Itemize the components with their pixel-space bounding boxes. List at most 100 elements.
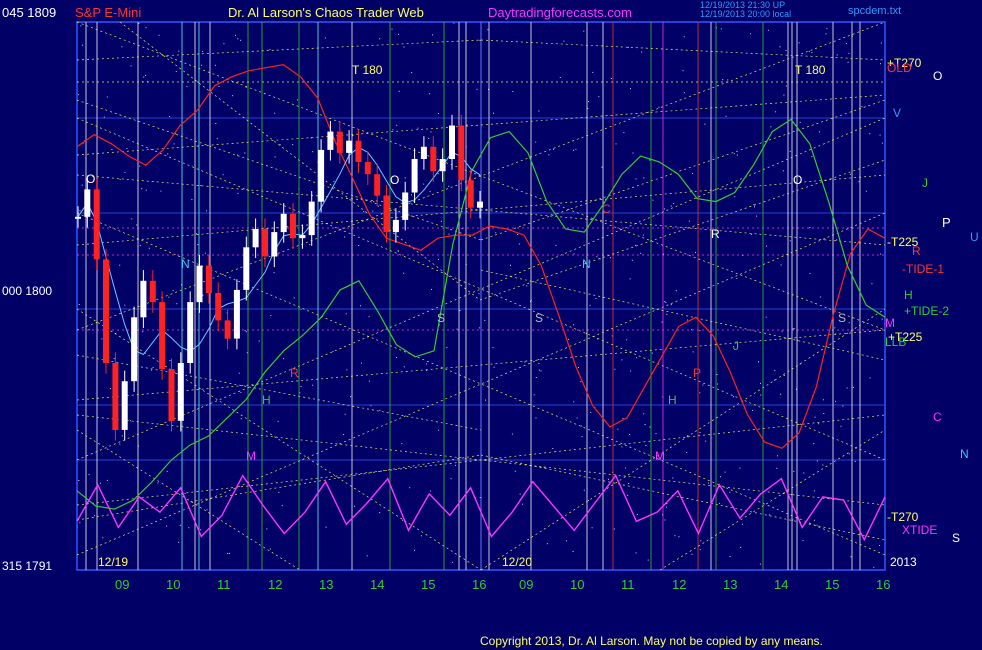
star-dot	[576, 417, 578, 419]
star-dot	[565, 540, 567, 542]
star-dot	[808, 50, 810, 52]
star-dot	[672, 477, 674, 479]
star-dot	[665, 301, 667, 303]
star-dot	[293, 297, 295, 299]
star-dot	[816, 460, 818, 462]
price-bar-body	[131, 317, 138, 382]
star-dot	[269, 548, 271, 550]
star-dot	[227, 553, 229, 554]
star-dot	[417, 127, 419, 129]
price-bar-body	[364, 162, 371, 175]
price-bar-body	[355, 140, 362, 162]
star-dot	[345, 313, 347, 315]
x-tick-label: 10	[166, 577, 180, 592]
star-dot	[836, 239, 838, 241]
x-tick-label: 15	[825, 577, 839, 592]
star-dot	[683, 36, 685, 38]
star-dot	[106, 96, 108, 98]
star-dot	[767, 29, 769, 31]
star-dot	[581, 436, 583, 438]
star-dot	[150, 369, 152, 371]
star-dot	[625, 467, 627, 469]
star-dot	[119, 264, 121, 266]
star-dot	[538, 110, 540, 112]
x-tick-label: 09	[115, 577, 129, 592]
star-dot	[636, 357, 637, 359]
y-axis-mid-label: 000 1800	[2, 284, 53, 298]
star-dot	[846, 387, 848, 389]
star-dot	[206, 509, 208, 511]
star-dot	[119, 443, 121, 445]
star-dot	[372, 210, 374, 212]
star-dot	[695, 251, 696, 253]
star-dot	[368, 316, 370, 318]
x-tick-label: 13	[723, 577, 737, 592]
star-dot	[172, 290, 174, 292]
star-dot	[881, 142, 883, 144]
star-dot	[754, 206, 755, 208]
star-dot	[588, 500, 589, 501]
star-dot	[704, 123, 706, 125]
star-dot	[626, 339, 628, 341]
star-dot	[664, 208, 665, 210]
star-dot	[647, 559, 649, 561]
star-dot	[202, 51, 204, 53]
star-dot	[459, 310, 461, 311]
star-dot	[139, 244, 141, 246]
star-dot	[614, 368, 616, 370]
star-dot	[495, 232, 497, 234]
right-label: XTIDE	[902, 523, 937, 537]
star-dot	[780, 264, 782, 266]
star-dot	[423, 183, 425, 185]
star-dot	[238, 372, 240, 374]
star-dot	[139, 165, 141, 167]
star-dot	[426, 370, 428, 371]
star-dot	[595, 298, 597, 299]
price-bar-body	[84, 189, 91, 217]
symbol-label: S&P E-Mini	[75, 5, 142, 20]
price-bar-body	[383, 195, 390, 232]
star-dot	[430, 490, 431, 492]
star-dot	[179, 524, 181, 526]
star-dot	[592, 71, 594, 73]
star-dot	[240, 39, 242, 41]
star-dot	[431, 288, 432, 290]
star-dot	[705, 440, 707, 442]
star-dot	[373, 201, 375, 203]
star-dot	[158, 34, 160, 36]
star-dot	[813, 490, 815, 492]
star-dot	[277, 420, 279, 422]
star-dot	[629, 278, 631, 280]
star-dot	[720, 28, 722, 30]
star-dot	[729, 556, 731, 557]
star-dot	[649, 159, 651, 161]
star-dot	[621, 446, 623, 448]
star-dot	[492, 347, 494, 349]
star-dot	[103, 116, 105, 118]
star-dot	[240, 418, 242, 420]
star-dot	[588, 101, 589, 103]
star-dot	[819, 296, 821, 298]
star-dot	[517, 234, 519, 235]
star-dot	[869, 377, 871, 379]
star-dot	[124, 304, 126, 306]
right-label: LLB	[885, 335, 906, 349]
timestamp-2: 12/19/2013 20:00 local	[700, 9, 792, 19]
star-dot	[548, 154, 550, 156]
price-bar-body	[149, 280, 156, 303]
star-dot	[783, 375, 785, 376]
price-bar-body	[327, 131, 334, 150]
star-dot	[733, 153, 735, 155]
star-dot	[538, 363, 540, 364]
star-dot	[403, 366, 405, 368]
star-dot	[300, 386, 302, 387]
star-dot	[493, 366, 495, 368]
copyright-notice: Copyright 2013, Dr. Al Larson. May not b…	[480, 634, 823, 648]
star-dot	[835, 400, 837, 402]
star-dot	[578, 367, 579, 368]
star-dot	[613, 528, 615, 530]
star-dot	[437, 173, 439, 175]
star-dot	[344, 236, 346, 238]
chaos-chart: 09 10 11 12 13 14 15 16 09 10 11 12 13 14 15 16 12/19 12/…	[0, 0, 982, 650]
website-link[interactable]: Daytradingforecasts.com	[488, 5, 632, 20]
